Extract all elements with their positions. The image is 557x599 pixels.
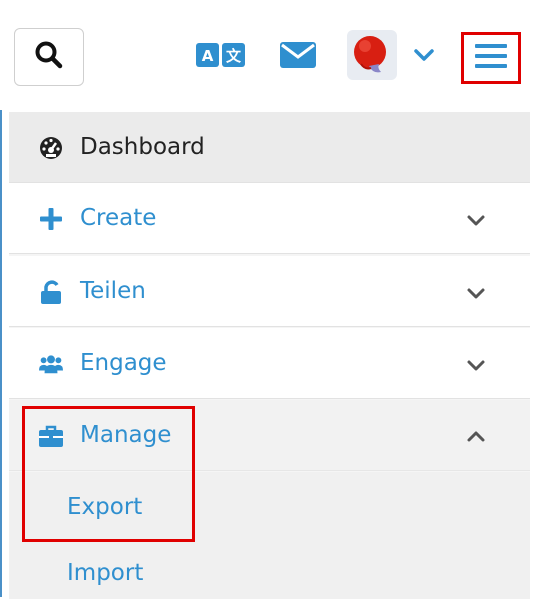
avatar [347, 30, 397, 84]
briefcase-icon [39, 424, 63, 448]
chevron-down-icon[interactable] [462, 279, 490, 307]
sidebar-item-teilen[interactable]: Teilen [9, 256, 530, 327]
dashboard-icon [39, 136, 63, 160]
envelope-icon [280, 42, 316, 72]
chevron-up-icon[interactable] [462, 423, 490, 451]
sidebar-menu: Dashboard Create Teilen Engage Manage Ex… [9, 112, 530, 599]
sidebar-item-label: Teilen [80, 278, 146, 304]
translate-letter-zh: 文 [226, 47, 242, 65]
sidebar-item-manage[interactable]: Manage [9, 400, 530, 471]
top-navbar: A 文 [0, 0, 557, 110]
translate-icon: A 文 [196, 42, 246, 72]
sidebar-item-label: Engage [80, 350, 167, 376]
translate-button[interactable]: A 文 [196, 42, 246, 72]
user-menu-toggle[interactable] [412, 44, 436, 68]
sidebar-item-label: Manage [80, 422, 172, 448]
messages-button[interactable] [280, 42, 316, 72]
sidebar-item-create[interactable]: Create [9, 183, 530, 254]
search-button[interactable] [14, 28, 84, 86]
sidebar-item-label: Create [80, 205, 157, 231]
submenu-item-import[interactable]: Import [67, 558, 143, 588]
content-area-edge [530, 112, 557, 599]
sidebar-item-dashboard[interactable]: Dashboard [9, 112, 530, 183]
sidebar-item-engage[interactable]: Engage [9, 328, 530, 399]
user-avatar-button[interactable] [347, 30, 397, 84]
sidebar-item-label: Dashboard [80, 134, 205, 160]
chevron-down-icon[interactable] [462, 351, 490, 379]
hamburger-icon [475, 42, 507, 74]
users-icon [39, 352, 63, 376]
translate-letter-a: A [202, 47, 214, 65]
manage-submenu: Export Import [9, 472, 530, 599]
chevron-down-icon [414, 47, 434, 66]
plus-icon [39, 207, 63, 231]
search-icon [34, 40, 64, 74]
unlock-icon [39, 280, 63, 304]
chevron-down-icon[interactable] [462, 206, 490, 234]
hamburger-menu-button[interactable] [461, 32, 521, 84]
submenu-item-export[interactable]: Export [67, 492, 142, 522]
